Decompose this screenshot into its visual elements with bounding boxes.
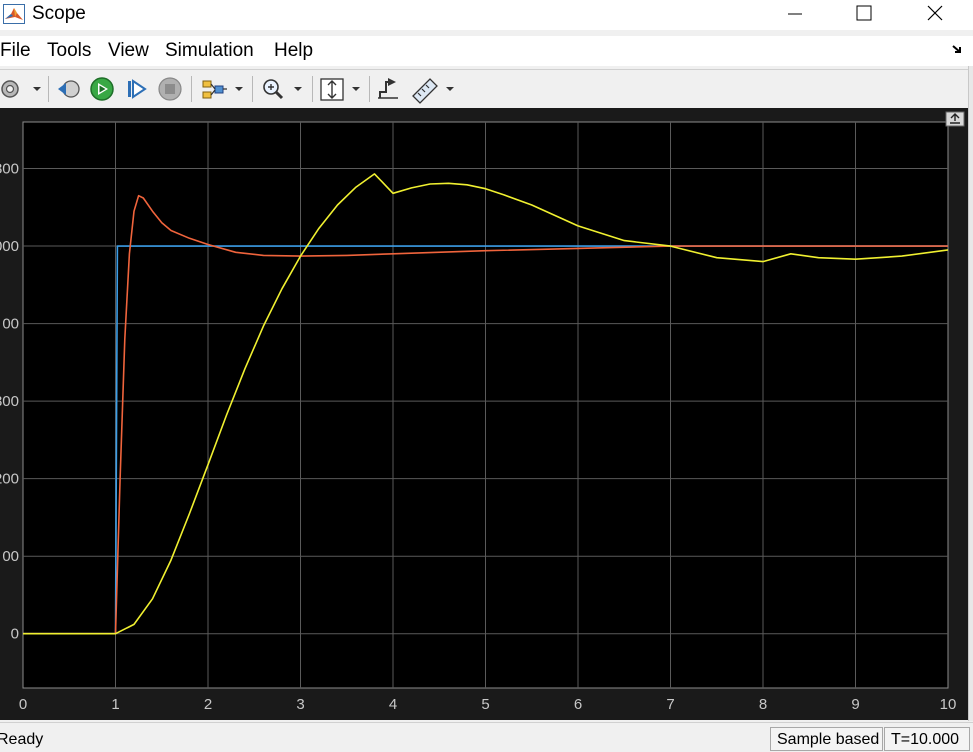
toolbar-separator [48, 76, 49, 102]
menu-simulation[interactable]: Simulation [165, 39, 254, 63]
menu-tools[interactable]: Tools [47, 39, 91, 63]
maximize-icon [856, 5, 872, 21]
x-tick-label: 4 [389, 696, 397, 713]
toolbar-separator [312, 76, 313, 102]
y-tick-label: 00 [2, 316, 19, 333]
minimize-button[interactable] [760, 0, 830, 30]
close-icon [927, 5, 943, 21]
undock-plot-button[interactable] [945, 111, 965, 127]
maximize-button[interactable] [829, 0, 899, 30]
x-tick-label: 6 [574, 696, 582, 713]
x-tick-label: 1 [111, 696, 119, 713]
menu-file[interactable]: File [0, 39, 31, 63]
toolbar-separator [252, 76, 253, 102]
toolbar-separator [369, 76, 370, 102]
run-icon [90, 77, 114, 101]
y-tick-label: 00 [2, 548, 19, 565]
triggers-button[interactable] [374, 70, 404, 108]
status-bar: Ready Sample based T=10.000 [0, 722, 973, 752]
menu-view[interactable]: View [108, 39, 149, 63]
autoscale-icon [320, 78, 360, 101]
x-tick-label: 0 [19, 696, 27, 713]
x-tick-label: 3 [296, 696, 304, 713]
minimize-icon [788, 13, 802, 15]
configuration-button[interactable] [0, 70, 44, 108]
status-ready-text: Ready [0, 731, 44, 748]
stop-icon [158, 77, 182, 101]
measurements-icon [412, 78, 454, 104]
menu-help[interactable]: Help [274, 39, 313, 63]
gear-icon [1, 80, 41, 98]
zoom-button[interactable] [258, 70, 308, 108]
vertical-scrollbar[interactable] [968, 66, 973, 721]
y-tick-label: 300 [0, 393, 19, 410]
title-bar: Scope [0, 0, 973, 30]
step-forward-button[interactable] [120, 70, 152, 108]
close-button[interactable] [900, 0, 970, 30]
x-tick-label: 7 [666, 696, 674, 713]
measurements-button[interactable] [408, 70, 458, 108]
step-back-icon [58, 80, 80, 98]
triggers-icon [378, 78, 398, 99]
x-tick-label: 10 [940, 696, 957, 713]
menu-bar: File Tools View Simulation Help [0, 36, 973, 66]
autoscale-button[interactable] [316, 70, 366, 108]
step-back-button[interactable] [54, 70, 84, 108]
step-forward-icon [128, 79, 147, 99]
window-title: Scope [32, 3, 86, 24]
simulation-time-indicator: T=10.000 [884, 727, 970, 751]
dock-arrow-icon[interactable] [950, 42, 964, 56]
signal-routing-button[interactable] [197, 70, 247, 108]
stop-button[interactable] [154, 70, 186, 108]
toolbar [0, 69, 968, 109]
x-tick-label: 9 [851, 696, 859, 713]
sample-mode-indicator: Sample based [770, 727, 883, 751]
run-button[interactable] [86, 70, 118, 108]
y-tick-label: 300 [0, 161, 19, 178]
y-tick-label: 200 [0, 471, 19, 488]
toolbar-separator [191, 76, 192, 102]
scope-plot[interactable]: 012345678910 00020030000000300 [0, 108, 968, 720]
zoom-icon [263, 79, 302, 100]
x-tick-label: 2 [204, 696, 212, 713]
x-tick-label: 5 [481, 696, 489, 713]
signal-routing-icon [202, 80, 243, 99]
x-tick-label: 8 [759, 696, 767, 713]
y-tick-label: 0 [11, 626, 19, 643]
y-tick-label: 000 [0, 238, 19, 255]
matlab-logo-icon [3, 4, 25, 24]
